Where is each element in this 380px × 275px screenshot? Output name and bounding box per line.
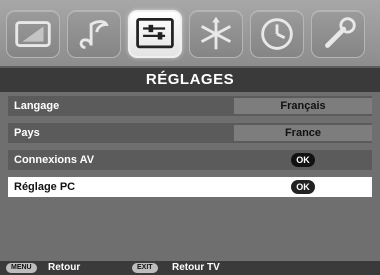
exit-key-badge: EXIT: [132, 263, 158, 273]
menu-item-label: Connexions AV: [14, 154, 95, 166]
ok-button[interactable]: OK: [291, 180, 315, 194]
ok-button[interactable]: OK: [291, 153, 315, 167]
menu-item-langage[interactable]: Langage Français: [8, 96, 372, 116]
menu-item-label: Réglage PC: [14, 181, 76, 193]
tab-installation[interactable]: [189, 10, 243, 58]
language-value[interactable]: Français: [234, 98, 372, 114]
menu-tab-bar: [0, 0, 380, 68]
tab-settings[interactable]: [128, 10, 182, 58]
country-value[interactable]: France: [234, 125, 372, 141]
wrench-icon: [325, 17, 356, 48]
tab-tools[interactable]: [311, 10, 365, 58]
menu-item-label: Pays: [14, 127, 40, 139]
menu-item-connexions-av[interactable]: Connexions AV OK: [8, 150, 372, 170]
menu-item-reglage-pc[interactable]: Réglage PC OK: [8, 177, 372, 197]
menu-key-badge: MENU: [6, 263, 37, 273]
menu-item-pays[interactable]: Pays France: [8, 123, 372, 143]
antenna-icon: [200, 16, 232, 50]
tab-picture[interactable]: [6, 10, 60, 58]
tab-sound[interactable]: [67, 10, 121, 58]
tab-timer[interactable]: [250, 10, 304, 58]
tv-icon: [15, 21, 51, 47]
menu-item-label: Langage: [14, 100, 60, 112]
footer-bar: MENU Retour EXIT Retour TV: [0, 261, 380, 275]
music-note-icon: [79, 20, 109, 49]
menu-title: RÉGLAGES: [0, 68, 380, 92]
exit-back-label: Retour TV: [172, 262, 220, 273]
settings-panel-icon: [136, 17, 174, 49]
menu-back-label: Retour: [48, 262, 81, 273]
clock-icon: [261, 18, 293, 50]
